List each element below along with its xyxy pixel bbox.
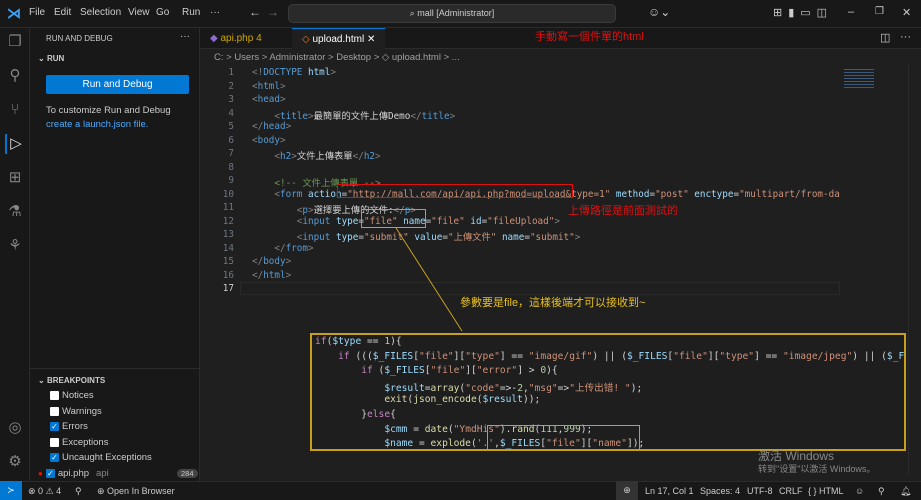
name-highlight-box	[487, 425, 640, 451]
cursor-position[interactable]: Ln 17, Col 1	[645, 486, 694, 496]
code-token: ][	[707, 350, 720, 362]
code-token: ){	[390, 336, 402, 347]
code-token: ){	[546, 365, 558, 377]
code-token: exit	[384, 394, 408, 406]
open-in-browser-label: Open In Browser	[107, 486, 175, 496]
code-token: {	[390, 409, 396, 420]
php-code-line: if ((($_FILES["file"]["type"] == "image/…	[315, 350, 905, 362]
warning-count: 4	[56, 486, 62, 496]
code-token: ][	[453, 350, 466, 362]
remote-indicator-icon[interactable]: ≻	[0, 481, 22, 500]
error-count: 0	[38, 486, 44, 496]
php-code-line: exit(json_encode($result));	[315, 394, 540, 405]
code-token: $type	[332, 336, 362, 347]
code-token: "type"	[465, 350, 500, 362]
code-token: "file"	[430, 365, 466, 377]
indentation[interactable]: Spaces: 4	[700, 486, 740, 496]
code-token: ==	[361, 336, 385, 347]
code-token: $_FILES	[372, 350, 414, 362]
php-code-line: $result=array("code"=>-2,"msg"=>"上传出错! "…	[315, 380, 642, 394]
code-token: (((	[349, 350, 373, 362]
code-token: ) || (	[592, 350, 627, 362]
code-token: $result	[482, 394, 523, 406]
code-token: $cmm	[384, 423, 408, 435]
code-token: "image/jpeg"	[782, 350, 853, 362]
line-ending[interactable]: CRLF	[779, 486, 803, 496]
php-code-line: if($type == 1){	[315, 336, 402, 347]
code-token: $_FILES	[384, 365, 425, 377]
code-token: "file"	[673, 350, 708, 362]
code-token: "error"	[476, 365, 518, 377]
code-token: else	[367, 409, 391, 420]
code-token: ] ==	[499, 350, 529, 362]
status-bar: ≻ ⊗ 0 ⚠ 4 ⚲ ⊕ Open In Browser ⊕ Ln 17, C…	[0, 481, 921, 500]
feedback-icon[interactable]: ⚲	[878, 486, 885, 497]
code-token: =>-	[499, 382, 518, 394]
copilot-status-icon[interactable]: ☺	[855, 486, 864, 496]
code-token: ) || (	[852, 350, 887, 362]
code-token: "file"	[419, 350, 454, 362]
code-token: if	[361, 365, 373, 377]
code-token: "上传出错! "	[569, 382, 631, 394]
code-token: if	[315, 336, 327, 347]
problems-status[interactable]: ⊗ 0 ⚠ 4	[28, 486, 61, 497]
debug-icon[interactable]: ⚲	[75, 486, 82, 497]
code-token: =	[413, 438, 431, 450]
code-token: (	[372, 365, 385, 377]
encoding[interactable]: UTF-8	[747, 486, 773, 496]
notifications-icon[interactable]: 🔔︎	[900, 486, 911, 497]
php-code-line: if ($_FILES["file"]["error"] > 0){	[315, 365, 558, 377]
code-token: $_FI	[886, 350, 905, 362]
code-token: "msg"	[528, 382, 558, 394]
code-token: ] ==	[754, 350, 783, 362]
open-in-browser[interactable]: ⊕ Open In Browser	[97, 486, 175, 497]
code-token: ] >	[517, 365, 541, 377]
code-token: if	[338, 350, 350, 362]
code-token: =>	[557, 382, 570, 394]
php-code-line: }else{	[315, 409, 396, 420]
code-token: ));	[522, 394, 541, 406]
code-token: json_encode	[413, 394, 477, 406]
code-token: "type"	[719, 350, 755, 362]
code-token: =	[407, 423, 425, 435]
annotation-param: 參數要是file，這樣後端才可以接收到~	[460, 297, 646, 309]
code-token: );	[630, 382, 643, 394]
code-token: $name	[384, 438, 414, 450]
code-token: explode	[430, 438, 471, 450]
code-token: ][	[465, 365, 477, 377]
zoom-icon[interactable]: ⊕	[616, 481, 638, 500]
code-token: "code"	[465, 382, 500, 394]
code-token: date	[424, 423, 448, 435]
code-token: $_FILES	[626, 350, 668, 362]
watermark-subtitle: 转到"设置"以激活 Windows。	[758, 464, 876, 474]
code-token: "image/gif"	[528, 350, 593, 362]
code-token: array	[430, 382, 460, 394]
language-mode[interactable]: { } HTML	[808, 486, 844, 496]
code-token: $result	[384, 382, 425, 394]
